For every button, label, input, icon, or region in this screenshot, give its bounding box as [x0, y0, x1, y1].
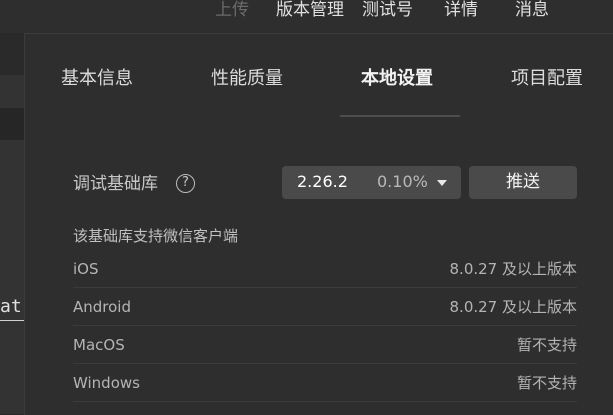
support-list: iOS 8.0.27 及以上版本 Android 8.0.27 及以上版本 Ma… [73, 250, 577, 402]
tab-bar: 基本信息 性能质量 本地设置 项目配置 [25, 34, 613, 117]
messages-button[interactable]: 消息 [515, 0, 549, 20]
test-account-button[interactable]: 测试号 [362, 0, 413, 20]
os-requirement: 暂不支持 [516, 336, 577, 354]
chevron-down-icon [437, 180, 447, 186]
help-icon[interactable]: ? [176, 174, 195, 193]
debug-lib-row: 调试基础库 ? 2.26.2 0.10% 推送 [25, 166, 613, 202]
os-name: Android [73, 298, 131, 316]
tab-basic-info[interactable]: 基本信息 [61, 68, 133, 90]
os-requirement: 暂不支持 [516, 374, 577, 392]
top-toolbar: 上传 版本管理 测试号 详情 消息 [0, 0, 613, 33]
list-item: Android 8.0.27 及以上版本 [73, 288, 577, 326]
debug-lib-label: 调试基础库 [73, 174, 158, 194]
list-item: Windows 暂不支持 [73, 364, 577, 402]
os-requirement: 8.0.27 及以上版本 [449, 260, 577, 278]
editor-band [0, 33, 24, 75]
os-name: Windows [73, 374, 140, 392]
lib-usage-percent: 0.10% [377, 172, 428, 191]
details-button[interactable]: 详情 [444, 0, 478, 20]
lib-version-value: 2.26.2 [297, 172, 348, 191]
code-fragment: at [0, 296, 24, 321]
push-button[interactable]: 推送 [469, 166, 577, 199]
active-tab-indicator [340, 115, 460, 117]
list-item: MacOS 暂不支持 [73, 326, 577, 364]
os-name: iOS [73, 260, 99, 278]
background-editor: at [0, 33, 24, 414]
list-item: iOS 8.0.27 及以上版本 [73, 250, 577, 288]
details-panel: 基本信息 性能质量 本地设置 项目配置 调试基础库 ? 2.26.2 0.10%… [24, 33, 613, 415]
os-name: MacOS [73, 336, 125, 354]
upload-button[interactable]: 上传 [215, 0, 249, 20]
os-requirement: 8.0.27 及以上版本 [449, 298, 577, 316]
support-title: 该基础库支持微信客户端 [73, 227, 239, 245]
lib-version-select[interactable]: 2.26.2 0.10% [282, 166, 461, 199]
version-manage-button[interactable]: 版本管理 [276, 0, 344, 20]
tab-local-settings[interactable]: 本地设置 [361, 68, 433, 90]
tab-performance-quality[interactable]: 性能质量 [211, 68, 283, 90]
tab-project-config[interactable]: 项目配置 [511, 68, 583, 90]
editor-band [0, 108, 24, 140]
